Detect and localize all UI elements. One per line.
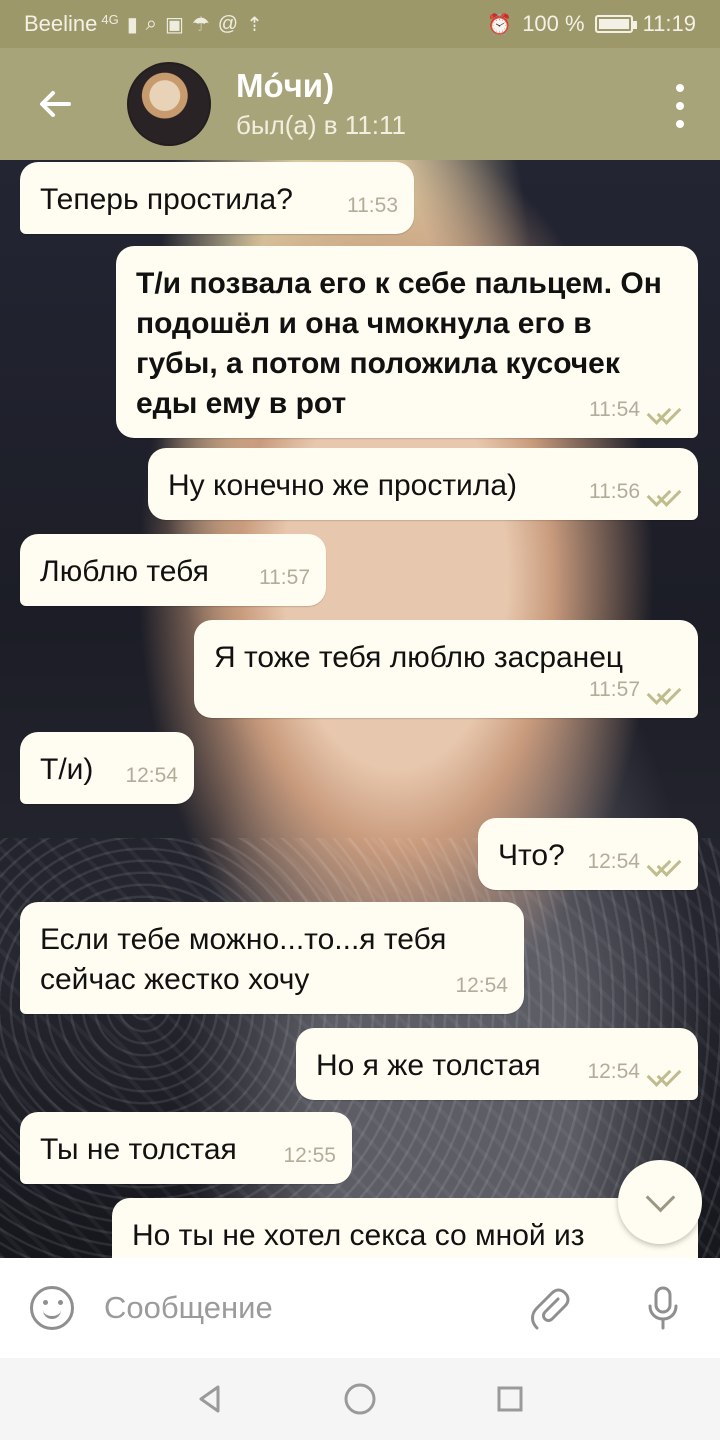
- message-input[interactable]: [102, 1289, 526, 1327]
- read-receipt-icon: [648, 483, 682, 501]
- signal-icon: ▮: [126, 13, 138, 36]
- home-nav-icon[interactable]: [333, 1372, 387, 1426]
- recent-apps-nav-icon[interactable]: [483, 1372, 537, 1426]
- message-bubble[interactable]: Теперь простила? 11:53: [20, 162, 414, 234]
- status-time: 11:19: [642, 11, 696, 36]
- message-bubble[interactable]: Но ты не хотел секса со мной из: [112, 1198, 698, 1258]
- back-nav-icon[interactable]: [183, 1372, 237, 1426]
- message-bubble[interactable]: Люблю тебя 11:57: [20, 534, 326, 606]
- read-receipt-icon: [648, 681, 682, 699]
- message-bubble[interactable]: Что? 12:54: [478, 818, 698, 890]
- umbrella-icon: ☂: [191, 13, 210, 36]
- message-time: 12:54: [587, 1060, 640, 1083]
- message-time: 12:54: [587, 850, 640, 873]
- read-receipt-icon: [648, 1063, 682, 1081]
- last-seen-status: был(а) в 11:11: [236, 110, 406, 140]
- message-bubble[interactable]: Но я же толстая 12:54: [296, 1028, 698, 1100]
- message-text: Теперь простила?: [40, 183, 293, 216]
- image-icon: ▣: [164, 13, 184, 36]
- message-time: 11:57: [259, 566, 310, 589]
- menu-dot-icon: [676, 84, 684, 92]
- message-time: 12:55: [283, 1144, 336, 1167]
- message-time: 12:54: [125, 764, 178, 787]
- message-meta: 11:53: [347, 186, 398, 226]
- paperclip-icon[interactable]: [526, 1283, 576, 1333]
- chat-area[interactable]: Теперь простила? 11:53 Т/и позвала его к…: [0, 160, 720, 1258]
- menu-dot-icon: [676, 120, 684, 128]
- status-right: ⏰ 100 % 11:19: [487, 11, 696, 37]
- battery-icon: [594, 15, 637, 33]
- upload-icon: ⇡: [246, 13, 263, 36]
- chevron-down-icon: [645, 1182, 675, 1212]
- avatar[interactable]: [127, 62, 211, 146]
- at-icon: @: [217, 12, 239, 35]
- android-navigation-bar: [0, 1358, 720, 1440]
- read-receipt-icon: [648, 853, 682, 871]
- message-text: Т/и позвала его к себе пальцем. Он подош…: [136, 267, 662, 420]
- message-bubble[interactable]: Если тебе можно...то...я тебя сейчас жес…: [20, 902, 524, 1014]
- message-meta: 12:55: [283, 1136, 336, 1176]
- message-meta: 11:54: [589, 390, 682, 430]
- message-bubble[interactable]: Ну конечно же простила) 11:56: [148, 448, 698, 520]
- emoji-icon[interactable]: [30, 1286, 74, 1330]
- message-bubble[interactable]: Ты не толстая 12:55: [20, 1112, 352, 1184]
- message-bubble[interactable]: Т/и позвала его к себе пальцем. Он подош…: [116, 246, 698, 438]
- status-left: Beeline 4G ▮ ⌕ ▣ ☂ @ ⇡: [24, 11, 263, 37]
- message-text: Если тебе можно...то...я тебя сейчас жес…: [40, 923, 447, 996]
- more-options-icon[interactable]: [670, 84, 690, 128]
- scroll-to-bottom-button[interactable]: [618, 1160, 702, 1244]
- chat-title-block[interactable]: Мо́чи) был(а) в 11:11: [236, 66, 406, 142]
- message-bubble[interactable]: Т/и) 12:54: [20, 732, 194, 804]
- chat-header: Мо́чи) был(а) в 11:11: [0, 48, 720, 160]
- battery-percent: 100 %: [522, 11, 585, 36]
- message-meta: 11:57: [259, 558, 310, 598]
- message-meta: 11:56: [589, 472, 682, 512]
- message-text: Но ты не хотел секса со мной из: [132, 1219, 585, 1252]
- message-meta: 12:54: [125, 756, 178, 796]
- alarm-icon: ⏰: [487, 13, 513, 36]
- status-bar: Beeline 4G ▮ ⌕ ▣ ☂ @ ⇡ ⏰ 100 % 11:19: [0, 0, 720, 48]
- message-meta: 11:57: [589, 670, 682, 710]
- message-time: 11:53: [347, 194, 398, 217]
- microphone-icon[interactable]: [638, 1283, 688, 1333]
- message-meta: 12:54: [587, 842, 682, 882]
- message-meta: 12:54: [587, 1052, 682, 1092]
- back-arrow-icon[interactable]: [0, 48, 110, 160]
- message-composer: [0, 1258, 720, 1358]
- chat-title: Мо́чи): [236, 67, 335, 104]
- message-time: 11:57: [589, 678, 640, 701]
- message-time: 11:56: [589, 480, 640, 503]
- search-icon: ⌕: [145, 12, 157, 35]
- carrier-label: Beeline: [24, 11, 98, 36]
- message-time: 11:54: [589, 398, 640, 421]
- message-bubble[interactable]: Я тоже тебя люблю засранец 11:57: [194, 620, 698, 718]
- menu-dot-icon: [676, 102, 684, 110]
- message-meta: 12:54: [455, 966, 508, 1006]
- read-receipt-icon: [648, 401, 682, 419]
- message-time: 12:54: [455, 974, 508, 997]
- network-label: 4G: [101, 11, 119, 27]
